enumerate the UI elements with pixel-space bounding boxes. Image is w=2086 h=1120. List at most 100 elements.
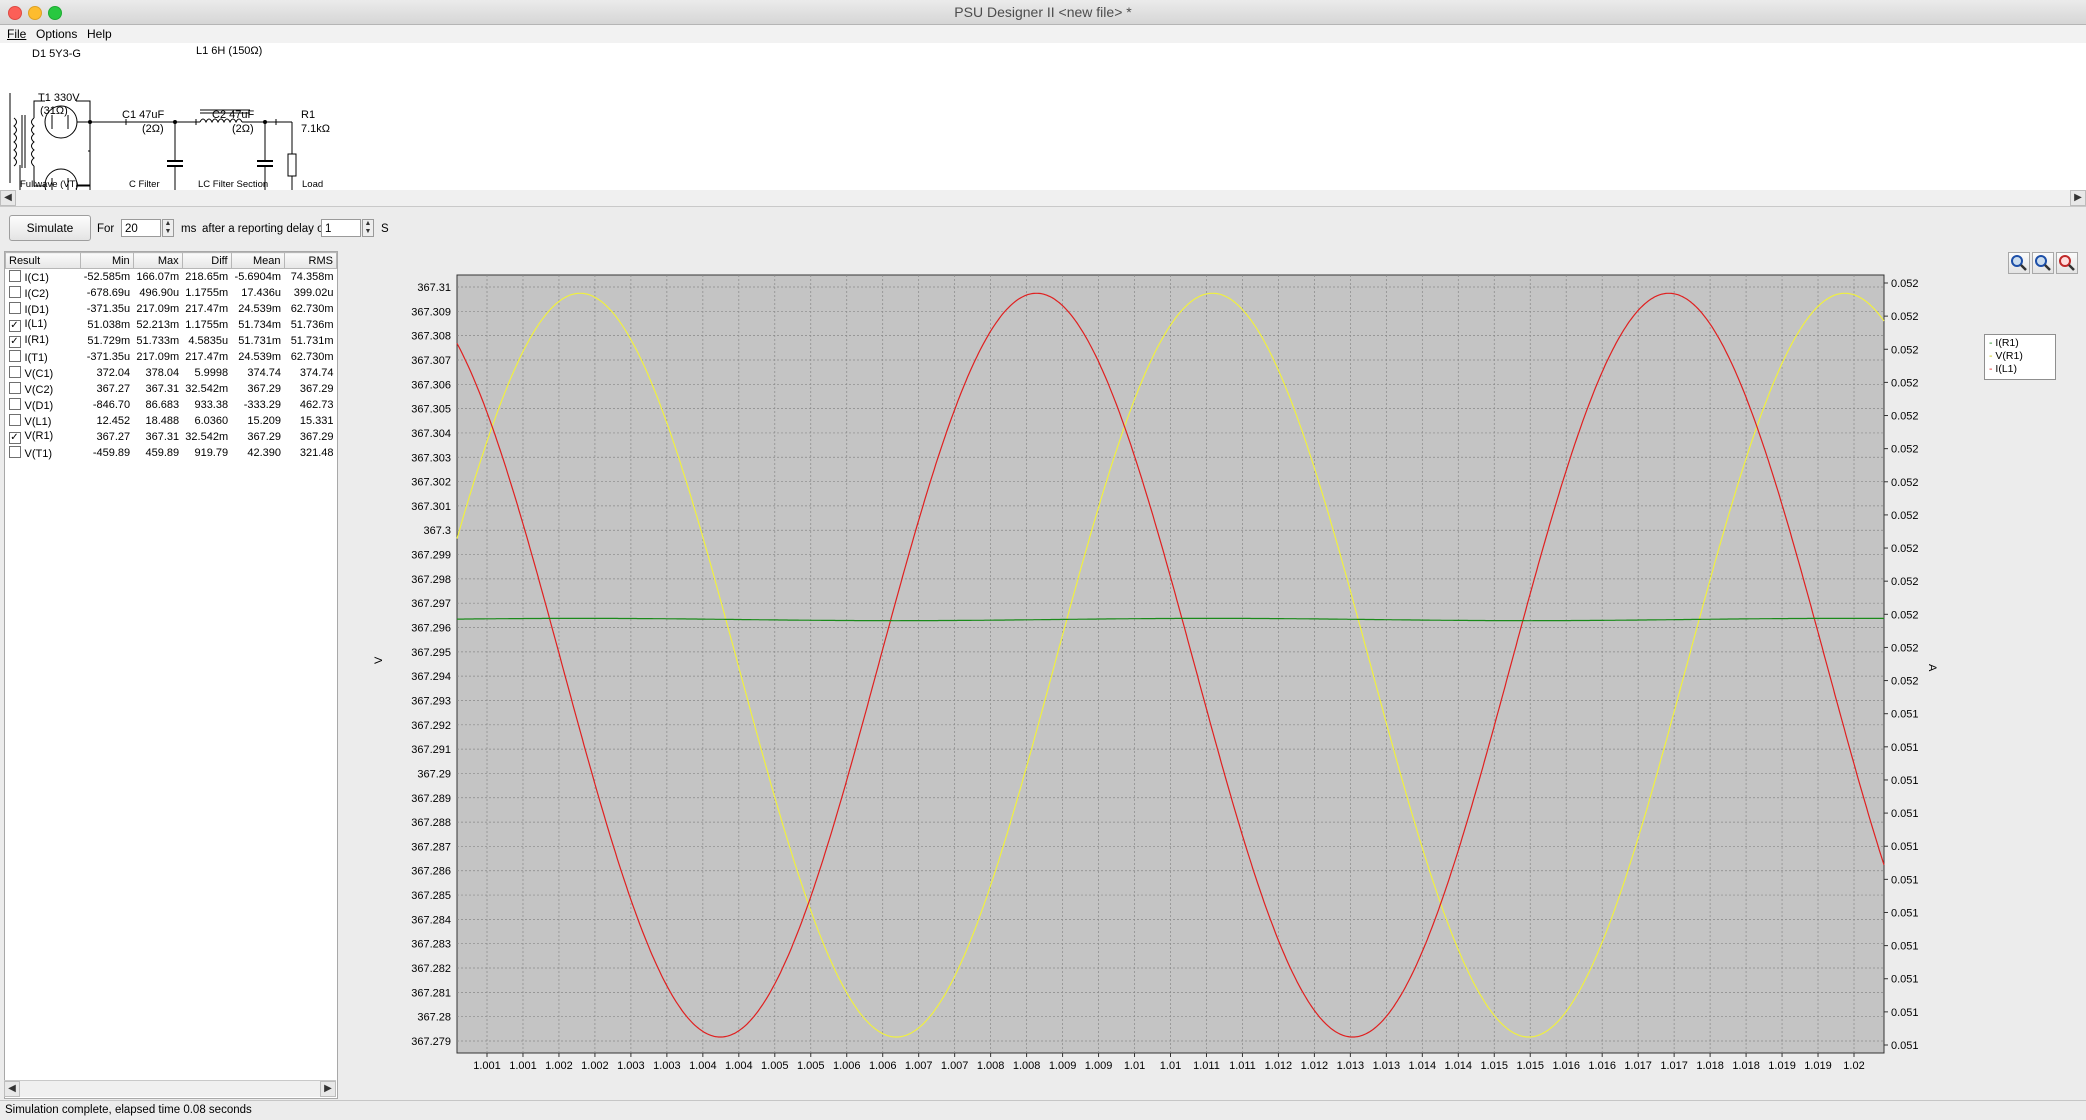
c1-label: C1 47uF [122,109,165,121]
duration-stepper-icon[interactable]: ▲ ▼ [162,219,174,237]
schematic-panel[interactable]: D1 5Y3-G L1 6H (150Ω) T1 330V (31Ω) C1 4… [0,43,2086,191]
result-checkbox[interactable]: ✓ [8,320,21,332]
zoom-in-icon [2011,255,2027,271]
duration-input[interactable]: 20 [121,219,161,237]
col-mean[interactable]: Mean [230,252,285,269]
table-row[interactable]: I(T1) -371.35u 217.09m 217.47m 24.539m 62.730… [6,349,337,365]
y-left-tick-label: 367.285 [411,890,451,902]
result-mean: 367.29 [247,383,282,395]
section-lc-filter[interactable]: LC Filter Section [198,179,268,190]
menu-options[interactable]: Options [36,27,77,41]
result-checkbox[interactable] [8,350,21,362]
results-scroll-left-icon[interactable]: ◀ [4,1081,20,1097]
scroll-left-icon[interactable]: ◀ [0,190,16,206]
x-tick-label: 1.013 [1373,1060,1401,1072]
for-label: For [97,223,115,235]
simulate-button[interactable]: Simulate [9,215,91,241]
result-mean: 51.731m [238,335,282,347]
result-name-cell[interactable]: I(C1) [6,269,81,286]
zoom-out-button[interactable] [2032,252,2054,274]
result-max: 217.09m [136,351,180,363]
result-name-cell[interactable]: I(C2) [6,285,81,301]
table-row[interactable]: I(C1) -52.585m 166.07m 218.65m -5.6904m 74.35… [6,269,337,286]
table-row[interactable]: V(T1) -459.89 459.89 919.79 42.390 321.48 [6,445,337,461]
legend-item-vr1: - V(R1) [1989,350,2023,362]
result-mean: 367.29 [247,431,282,443]
y-right-tick-label: 0.052 [1891,477,1919,489]
result-checkbox[interactable] [8,398,21,410]
result-rms: 374.74 [299,367,334,379]
result-rms: 15.331 [299,415,334,427]
result-checkbox[interactable] [8,382,21,394]
result-checkbox[interactable] [8,286,21,298]
table-row[interactable]: I(D1) -371.35u 217.09m 217.47m 24.539m 62.730… [6,301,337,317]
table-row[interactable]: ✓ V(R1) 367.27 367.31 32.542m 367.29 367.29 [6,429,337,445]
col-result[interactable]: Result [4,252,82,269]
col-diff[interactable]: Diff [181,252,232,269]
y-right-tick-label: 0.051 [1891,874,1919,886]
x-tick-label: 1.006 [869,1060,897,1072]
x-tick-label: 1.01 [1124,1060,1145,1072]
delay-stepper-icon[interactable]: ▲ ▼ [362,219,374,237]
result-name-cell[interactable]: ✓ I(R1) [6,333,81,349]
x-tick-label: 1.002 [545,1060,573,1072]
zoom-reset-button[interactable] [2056,252,2078,274]
result-checkbox[interactable]: ✓ [8,336,21,348]
result-min: 12.452 [96,415,131,427]
schematic-scrollbar[interactable]: ◀ ▶ [0,190,2086,207]
y-right-tick-label: 0.052 [1891,377,1919,389]
result-diff: 933.38 [194,399,229,411]
table-row[interactable]: I(C2) -678.69u 496.90u 1.1755m 17.436u 399.02… [6,285,337,301]
zoom-in-button[interactable] [2008,252,2030,274]
simulation-controls: Simulate For 20 ▲ ▼ ms after a reporting … [0,207,2086,247]
legend-item-ir1: - I(R1) [1989,337,2019,349]
result-name-cell[interactable]: V(C2) [6,381,81,397]
section-fullwave[interactable]: Fullwave (VT) [20,179,79,190]
table-row[interactable]: V(C2) 367.27 367.31 32.542m 367.29 367.29 [6,381,337,397]
section-c-filter[interactable]: C Filter [129,179,160,190]
results-scrollbar[interactable]: ◀ ▶ [4,1080,336,1097]
result-name-cell[interactable]: I(D1) [6,301,81,317]
result-checkbox[interactable]: ✓ [8,432,21,444]
col-min[interactable]: Min [80,252,134,269]
result-checkbox[interactable] [8,302,21,314]
result-name-cell[interactable]: V(C1) [6,365,81,381]
y-left-tick-label: 367.307 [411,355,451,367]
table-row[interactable]: V(C1) 372.04 378.04 5.9998 374.74 374.74 [6,365,337,381]
scroll-right-icon[interactable]: ▶ [2070,190,2086,206]
result-min: -371.35u [86,351,131,363]
y-left-tick-label: 367.303 [411,452,451,464]
table-row[interactable]: ✓ I(L1) 51.038m 52.213m 1.1755m 51.734m 51.736… [6,317,337,333]
result-name-cell[interactable]: V(L1) [6,413,81,429]
chart-panel: 367.31 367.309 367.308 367.307 367.306 367.30… [340,251,2086,1097]
table-row[interactable]: V(D1) -846.70 86.683 933.38 -333.29 462.73 [6,397,337,413]
chart[interactable]: 367.31367.309367.308367.307367.306367.30… [340,251,2086,1097]
col-max[interactable]: Max [132,252,183,269]
x-tick-label: 1.007 [905,1060,933,1072]
result-name-cell[interactable]: V(D1) [6,397,81,413]
result-name-cell[interactable]: I(T1) [6,349,81,365]
table-row[interactable]: ✓ I(R1) 51.729m 51.733m 4.5835u 51.731m 51.731… [6,333,337,349]
result-min: 367.27 [96,383,131,395]
results-scroll-right-icon[interactable]: ▶ [320,1081,336,1097]
result-checkbox[interactable] [8,366,21,378]
result-name-cell[interactable]: V(T1) [6,445,81,461]
result-checkbox[interactable] [8,446,21,458]
result-checkbox[interactable] [8,270,21,282]
result-name-cell[interactable]: ✓ V(R1) [6,429,81,445]
result-checkbox[interactable] [8,414,21,426]
section-load[interactable]: Load [302,179,323,190]
y-right-tick-label: 0.051 [1891,808,1919,820]
result-name-cell[interactable]: ✓ I(L1) [6,317,81,333]
result-min: -846.70 [92,399,131,411]
result-name: V(D1) [24,400,54,412]
delay-input[interactable]: 1 [321,219,361,237]
menu-file[interactable]: File [7,27,26,41]
result-max: 367.31 [145,431,180,443]
x-tick-label: 1.004 [689,1060,717,1072]
table-row[interactable]: V(L1) 12.452 18.488 6.0360 15.209 15.331 [6,413,337,429]
y-left-tick-label: 367.301 [411,501,451,513]
result-name: I(C1) [24,272,49,284]
col-rms[interactable]: RMS [283,252,338,269]
menu-help[interactable]: Help [87,27,112,41]
